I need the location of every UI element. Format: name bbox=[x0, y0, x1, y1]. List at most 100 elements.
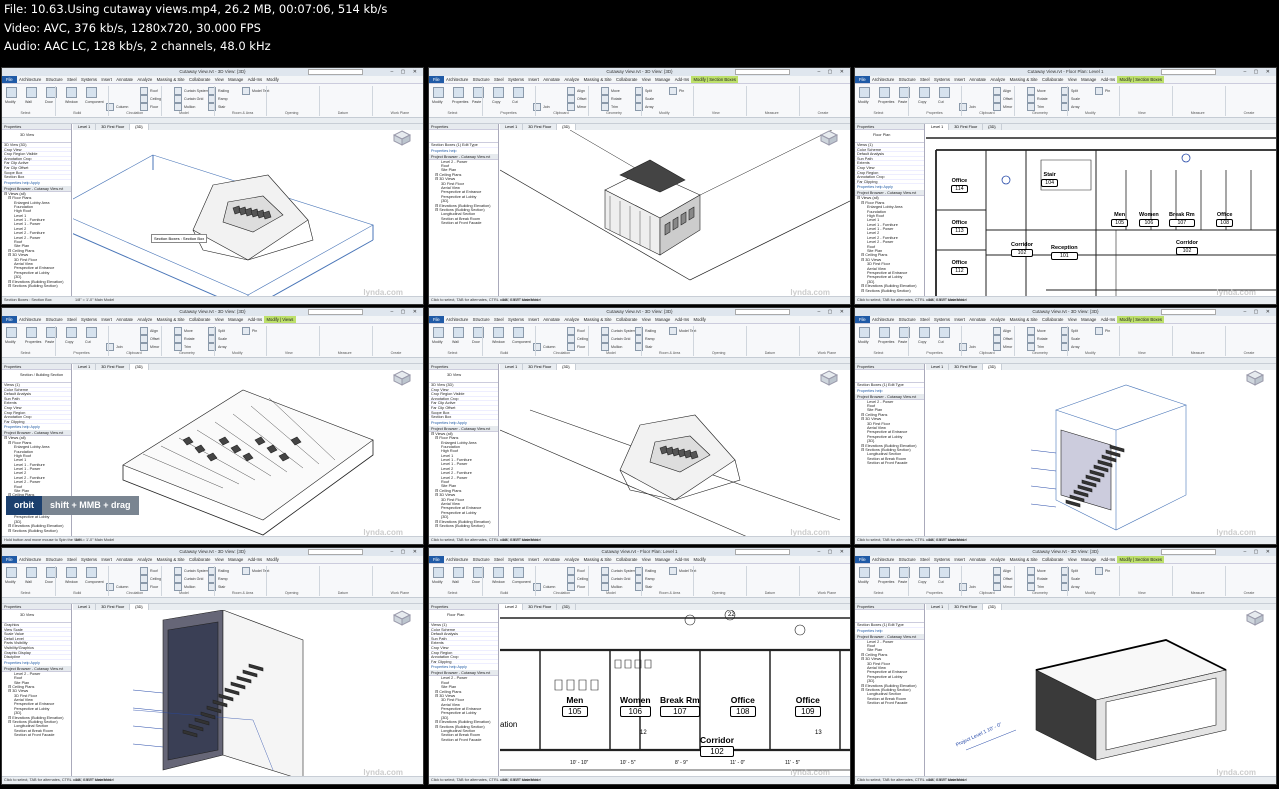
ribbon-tab-add-ins[interactable]: Add-Ins bbox=[246, 556, 265, 563]
room-tag[interactable]: Office 113 bbox=[951, 220, 968, 235]
view-scale[interactable]: 1/8" = 1'-0" Main Model bbox=[928, 777, 967, 784]
ribbon-tab-file[interactable]: File bbox=[2, 556, 17, 563]
search-input[interactable] bbox=[1161, 309, 1216, 315]
ribbon-tab-view[interactable]: View bbox=[640, 76, 653, 83]
component-icon[interactable] bbox=[513, 327, 524, 338]
stair-icon[interactable] bbox=[208, 103, 216, 111]
type-selector[interactable]: Floor Plan bbox=[855, 130, 924, 143]
ribbon-tab-modify[interactable]: Modify bbox=[264, 556, 281, 563]
ribbon-tab-modify[interactable]: Modify bbox=[264, 76, 281, 83]
ribbon-tab-manage[interactable]: Manage bbox=[1079, 76, 1099, 83]
rotate-icon[interactable] bbox=[601, 95, 609, 103]
search-input[interactable] bbox=[308, 309, 363, 315]
wall-icon[interactable] bbox=[26, 87, 37, 98]
ribbon-tab-steel[interactable]: Steel bbox=[65, 76, 79, 83]
curtain-system-icon[interactable] bbox=[174, 567, 182, 575]
align-icon[interactable] bbox=[993, 567, 1001, 575]
ribbon-tab-file[interactable]: File bbox=[855, 76, 870, 83]
ribbon-tab-massing-site[interactable]: Massing & Site bbox=[154, 316, 186, 323]
ribbon-tab-modify[interactable]: Modify bbox=[691, 316, 708, 323]
viewcube-icon[interactable] bbox=[393, 610, 411, 626]
rotate-icon[interactable] bbox=[1027, 335, 1035, 343]
ribbon-tab-manage[interactable]: Manage bbox=[226, 76, 246, 83]
trim-icon[interactable] bbox=[601, 103, 609, 111]
wall-icon[interactable] bbox=[453, 327, 464, 338]
ribbon-tab-manage[interactable]: Manage bbox=[653, 76, 673, 83]
model-view[interactable] bbox=[500, 130, 851, 298]
ribbon-tab-add-ins[interactable]: Add-Ins bbox=[246, 316, 265, 323]
offset-icon[interactable] bbox=[993, 575, 1001, 583]
room-tag[interactable]: Office 108 bbox=[1216, 212, 1234, 227]
ribbon-tab-view[interactable]: View bbox=[1066, 316, 1079, 323]
ribbon-tab-structure[interactable]: Structure bbox=[896, 316, 917, 323]
window-controls[interactable]: – ▢ ✕ bbox=[818, 68, 847, 76]
ribbon-tab-file[interactable]: File bbox=[429, 316, 444, 323]
offset-icon[interactable] bbox=[140, 335, 148, 343]
offset-icon[interactable] bbox=[993, 335, 1001, 343]
ribbon-tab-manage[interactable]: Manage bbox=[653, 556, 673, 563]
ribbon-tab-systems[interactable]: Systems bbox=[79, 556, 99, 563]
scale-icon[interactable] bbox=[1061, 95, 1069, 103]
ribbon-tab-view[interactable]: View bbox=[1066, 76, 1079, 83]
align-icon[interactable] bbox=[993, 87, 1001, 95]
ribbon-tab-insert[interactable]: Insert bbox=[99, 316, 114, 323]
component-icon[interactable] bbox=[86, 87, 97, 98]
ribbon-tab-structure[interactable]: Structure bbox=[470, 316, 491, 323]
ribbon-tab-steel[interactable]: Steel bbox=[492, 316, 506, 323]
window-controls[interactable]: – ▢ ✕ bbox=[391, 308, 420, 316]
ribbon-tab-annotate[interactable]: Annotate bbox=[541, 556, 562, 563]
ribbon-tab-steel[interactable]: Steel bbox=[918, 556, 932, 563]
search-input[interactable] bbox=[1161, 549, 1216, 555]
ribbon-tab-systems[interactable]: Systems bbox=[932, 76, 952, 83]
viewcube-icon[interactable] bbox=[1246, 610, 1264, 626]
model-view[interactable] bbox=[500, 370, 851, 538]
mirror-icon[interactable] bbox=[140, 343, 148, 351]
browser-item[interactable]: Section at Front Facade bbox=[857, 701, 924, 705]
ribbon-tab-manage[interactable]: Manage bbox=[1079, 316, 1099, 323]
ribbon-tab-massing-site[interactable]: Massing & Site bbox=[1007, 316, 1039, 323]
copy-icon[interactable] bbox=[919, 327, 930, 338]
ribbon-tab-view[interactable]: View bbox=[213, 316, 226, 323]
ribbon-tab-view[interactable]: View bbox=[640, 316, 653, 323]
room-tag[interactable]: Corridor 102 bbox=[1011, 242, 1033, 257]
railing-icon[interactable] bbox=[635, 327, 643, 335]
ramp-icon[interactable] bbox=[635, 335, 643, 343]
stair-icon[interactable] bbox=[635, 583, 643, 591]
model-text-icon[interactable] bbox=[669, 327, 677, 335]
drawing-canvas[interactable]: Office 114 Office 113 Office 112 Corridor 102 Re… bbox=[926, 130, 1276, 298]
cut-icon[interactable] bbox=[939, 87, 950, 98]
ramp-icon[interactable] bbox=[208, 95, 216, 103]
ribbon-tab-architecture[interactable]: Architecture bbox=[870, 316, 897, 323]
mullion-icon[interactable] bbox=[601, 583, 609, 591]
search-input[interactable] bbox=[735, 309, 790, 315]
floor-icon[interactable] bbox=[140, 103, 148, 111]
model-view[interactable] bbox=[926, 370, 1277, 538]
railing-icon[interactable] bbox=[208, 567, 216, 575]
scale-icon[interactable] bbox=[208, 335, 216, 343]
modify-icon[interactable] bbox=[433, 567, 444, 578]
window-controls[interactable]: – ▢ ✕ bbox=[818, 548, 847, 556]
drawing-canvas[interactable] bbox=[926, 370, 1276, 536]
type-selector[interactable]: 3D View bbox=[429, 370, 498, 383]
ribbon-tab-add-ins[interactable]: Add-Ins bbox=[673, 76, 692, 83]
type-selector[interactable]: Section / Building Section bbox=[2, 370, 71, 383]
search-input[interactable] bbox=[308, 69, 363, 75]
floor-icon[interactable] bbox=[140, 583, 148, 591]
align-icon[interactable] bbox=[567, 87, 575, 95]
room-tag[interactable]: Men 105 bbox=[562, 695, 588, 717]
array-icon[interactable] bbox=[1061, 583, 1069, 591]
ribbon-tab-steel[interactable]: Steel bbox=[492, 76, 506, 83]
modify-icon[interactable] bbox=[859, 87, 870, 98]
ribbon-tab-annotate[interactable]: Annotate bbox=[541, 316, 562, 323]
ribbon-tab-insert[interactable]: Insert bbox=[526, 556, 541, 563]
view-scale[interactable]: 1/8" = 1'-0" Main Model bbox=[75, 537, 114, 544]
trim-icon[interactable] bbox=[1027, 103, 1035, 111]
model-view[interactable] bbox=[73, 610, 424, 778]
ribbon-tab-systems[interactable]: Systems bbox=[506, 316, 526, 323]
ribbon-tab-systems[interactable]: Systems bbox=[506, 76, 526, 83]
ribbon-tab-structure[interactable]: Structure bbox=[470, 76, 491, 83]
ribbon-tab-manage[interactable]: Manage bbox=[1079, 556, 1099, 563]
viewcube-icon[interactable] bbox=[393, 130, 411, 146]
wall-icon[interactable] bbox=[26, 567, 37, 578]
view-scale[interactable]: 1/8" = 1'-0" Main Model bbox=[502, 777, 541, 784]
